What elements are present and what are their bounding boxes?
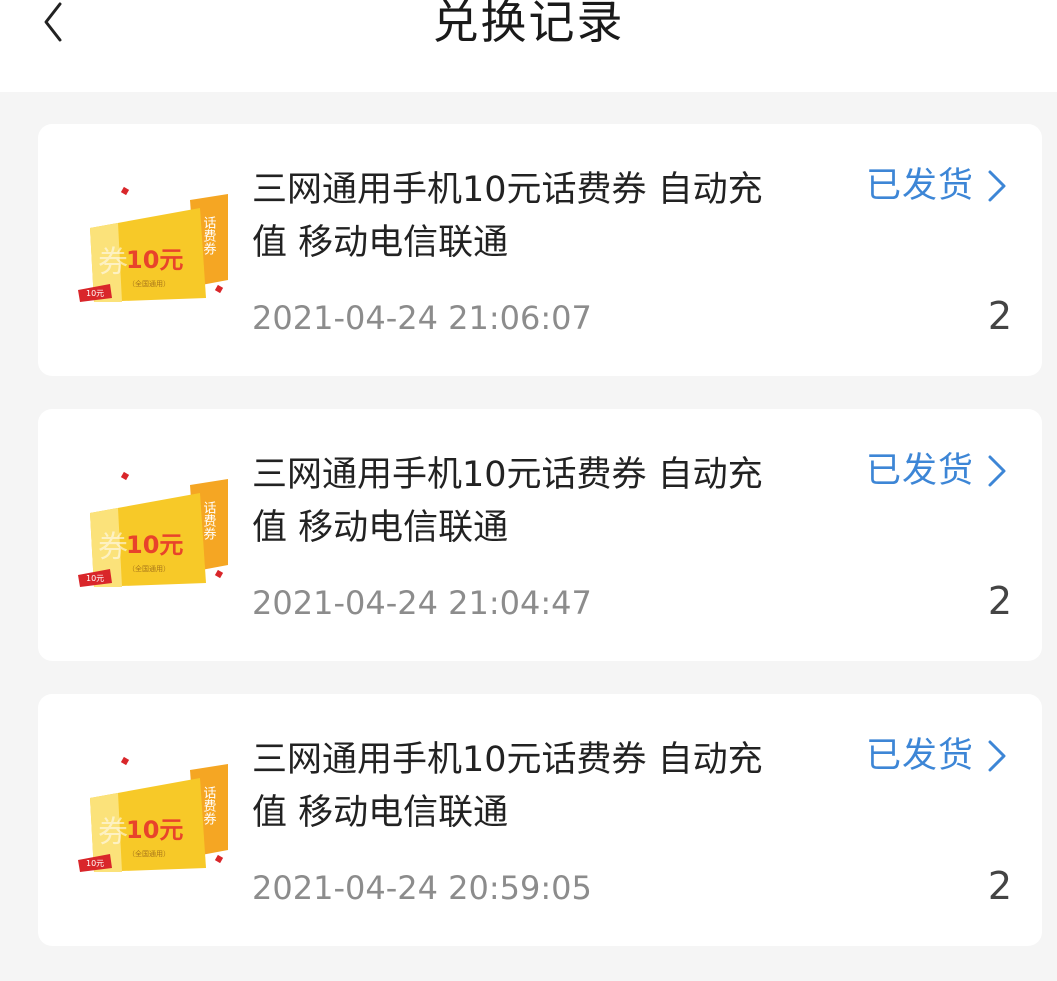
record-card[interactable]: 券 10元 （全国通用） 话费券 10元 三网通用手机10元话费券 自动充值 移… (38, 694, 1042, 946)
record-time: 2021-04-24 20:59:05 (252, 869, 592, 907)
status-link[interactable]: 已发货 (866, 162, 1008, 210)
status-link[interactable]: 已发货 (866, 447, 1008, 495)
svg-text:券: 券 (98, 815, 128, 850)
svg-text:（全国通用）: （全国通用） (128, 279, 170, 288)
svg-text:（全国通用）: （全国通用） (128, 849, 170, 858)
page-title: 兑换记录 (432, 0, 625, 49)
record-quantity: 2 (987, 864, 1012, 908)
svg-text:10元: 10元 (86, 289, 104, 298)
chevron-right-icon (988, 740, 1006, 772)
chevron-right-icon (988, 170, 1006, 202)
svg-text:话费券: 话费券 (201, 786, 217, 825)
record-time: 2021-04-24 21:06:07 (252, 299, 592, 337)
status-label: 已发货 (865, 736, 974, 776)
svg-text:10元: 10元 (126, 246, 183, 274)
coupon-thumbnail: 券 10元 （全国通用） 话费券 10元 (78, 756, 228, 872)
chevron-right-icon (988, 455, 1006, 487)
status-label: 已发货 (865, 166, 974, 206)
svg-text:10元: 10元 (86, 574, 104, 583)
svg-text:券: 券 (98, 530, 128, 565)
exchange-record-list: 券 10元 （全国通用） 话费券 10元 三网通用手机10元话费券 自动充值 移… (38, 124, 1042, 979)
svg-text:券: 券 (98, 245, 128, 280)
record-title: 三网通用手机10元话费券 自动充值 移动电信联通 (252, 740, 763, 833)
record-time: 2021-04-24 21:04:47 (252, 584, 592, 622)
status-link[interactable]: 已发货 (866, 732, 1008, 780)
svg-text:10元: 10元 (126, 531, 183, 559)
record-title: 三网通用手机10元话费券 自动充值 移动电信联通 (252, 170, 763, 263)
app-header: 兑换记录 (0, 0, 1057, 92)
record-quantity: 2 (987, 294, 1012, 338)
coupon-thumbnail: 券 10元 （全国通用） 话费券 10元 (78, 186, 228, 302)
status-label: 已发货 (865, 451, 974, 491)
svg-text:10元: 10元 (86, 859, 104, 868)
record-card[interactable]: 券 10元 （全国通用） 话费券 10元 三网通用手机10元话费券 自动充值 移… (38, 409, 1042, 661)
record-card[interactable]: 券 10元 （全国通用） 话费券 10元 三网通用手机10元话费券 自动充值 移… (38, 124, 1042, 376)
svg-text:话费券: 话费券 (201, 216, 217, 255)
svg-text:话费券: 话费券 (201, 501, 217, 540)
coupon-thumbnail: 券 10元 （全国通用） 话费券 10元 (78, 471, 228, 587)
record-quantity: 2 (987, 579, 1012, 623)
svg-text:10元: 10元 (126, 816, 183, 844)
record-title: 三网通用手机10元话费券 自动充值 移动电信联通 (252, 455, 763, 548)
svg-text:（全国通用）: （全国通用） (128, 564, 170, 573)
